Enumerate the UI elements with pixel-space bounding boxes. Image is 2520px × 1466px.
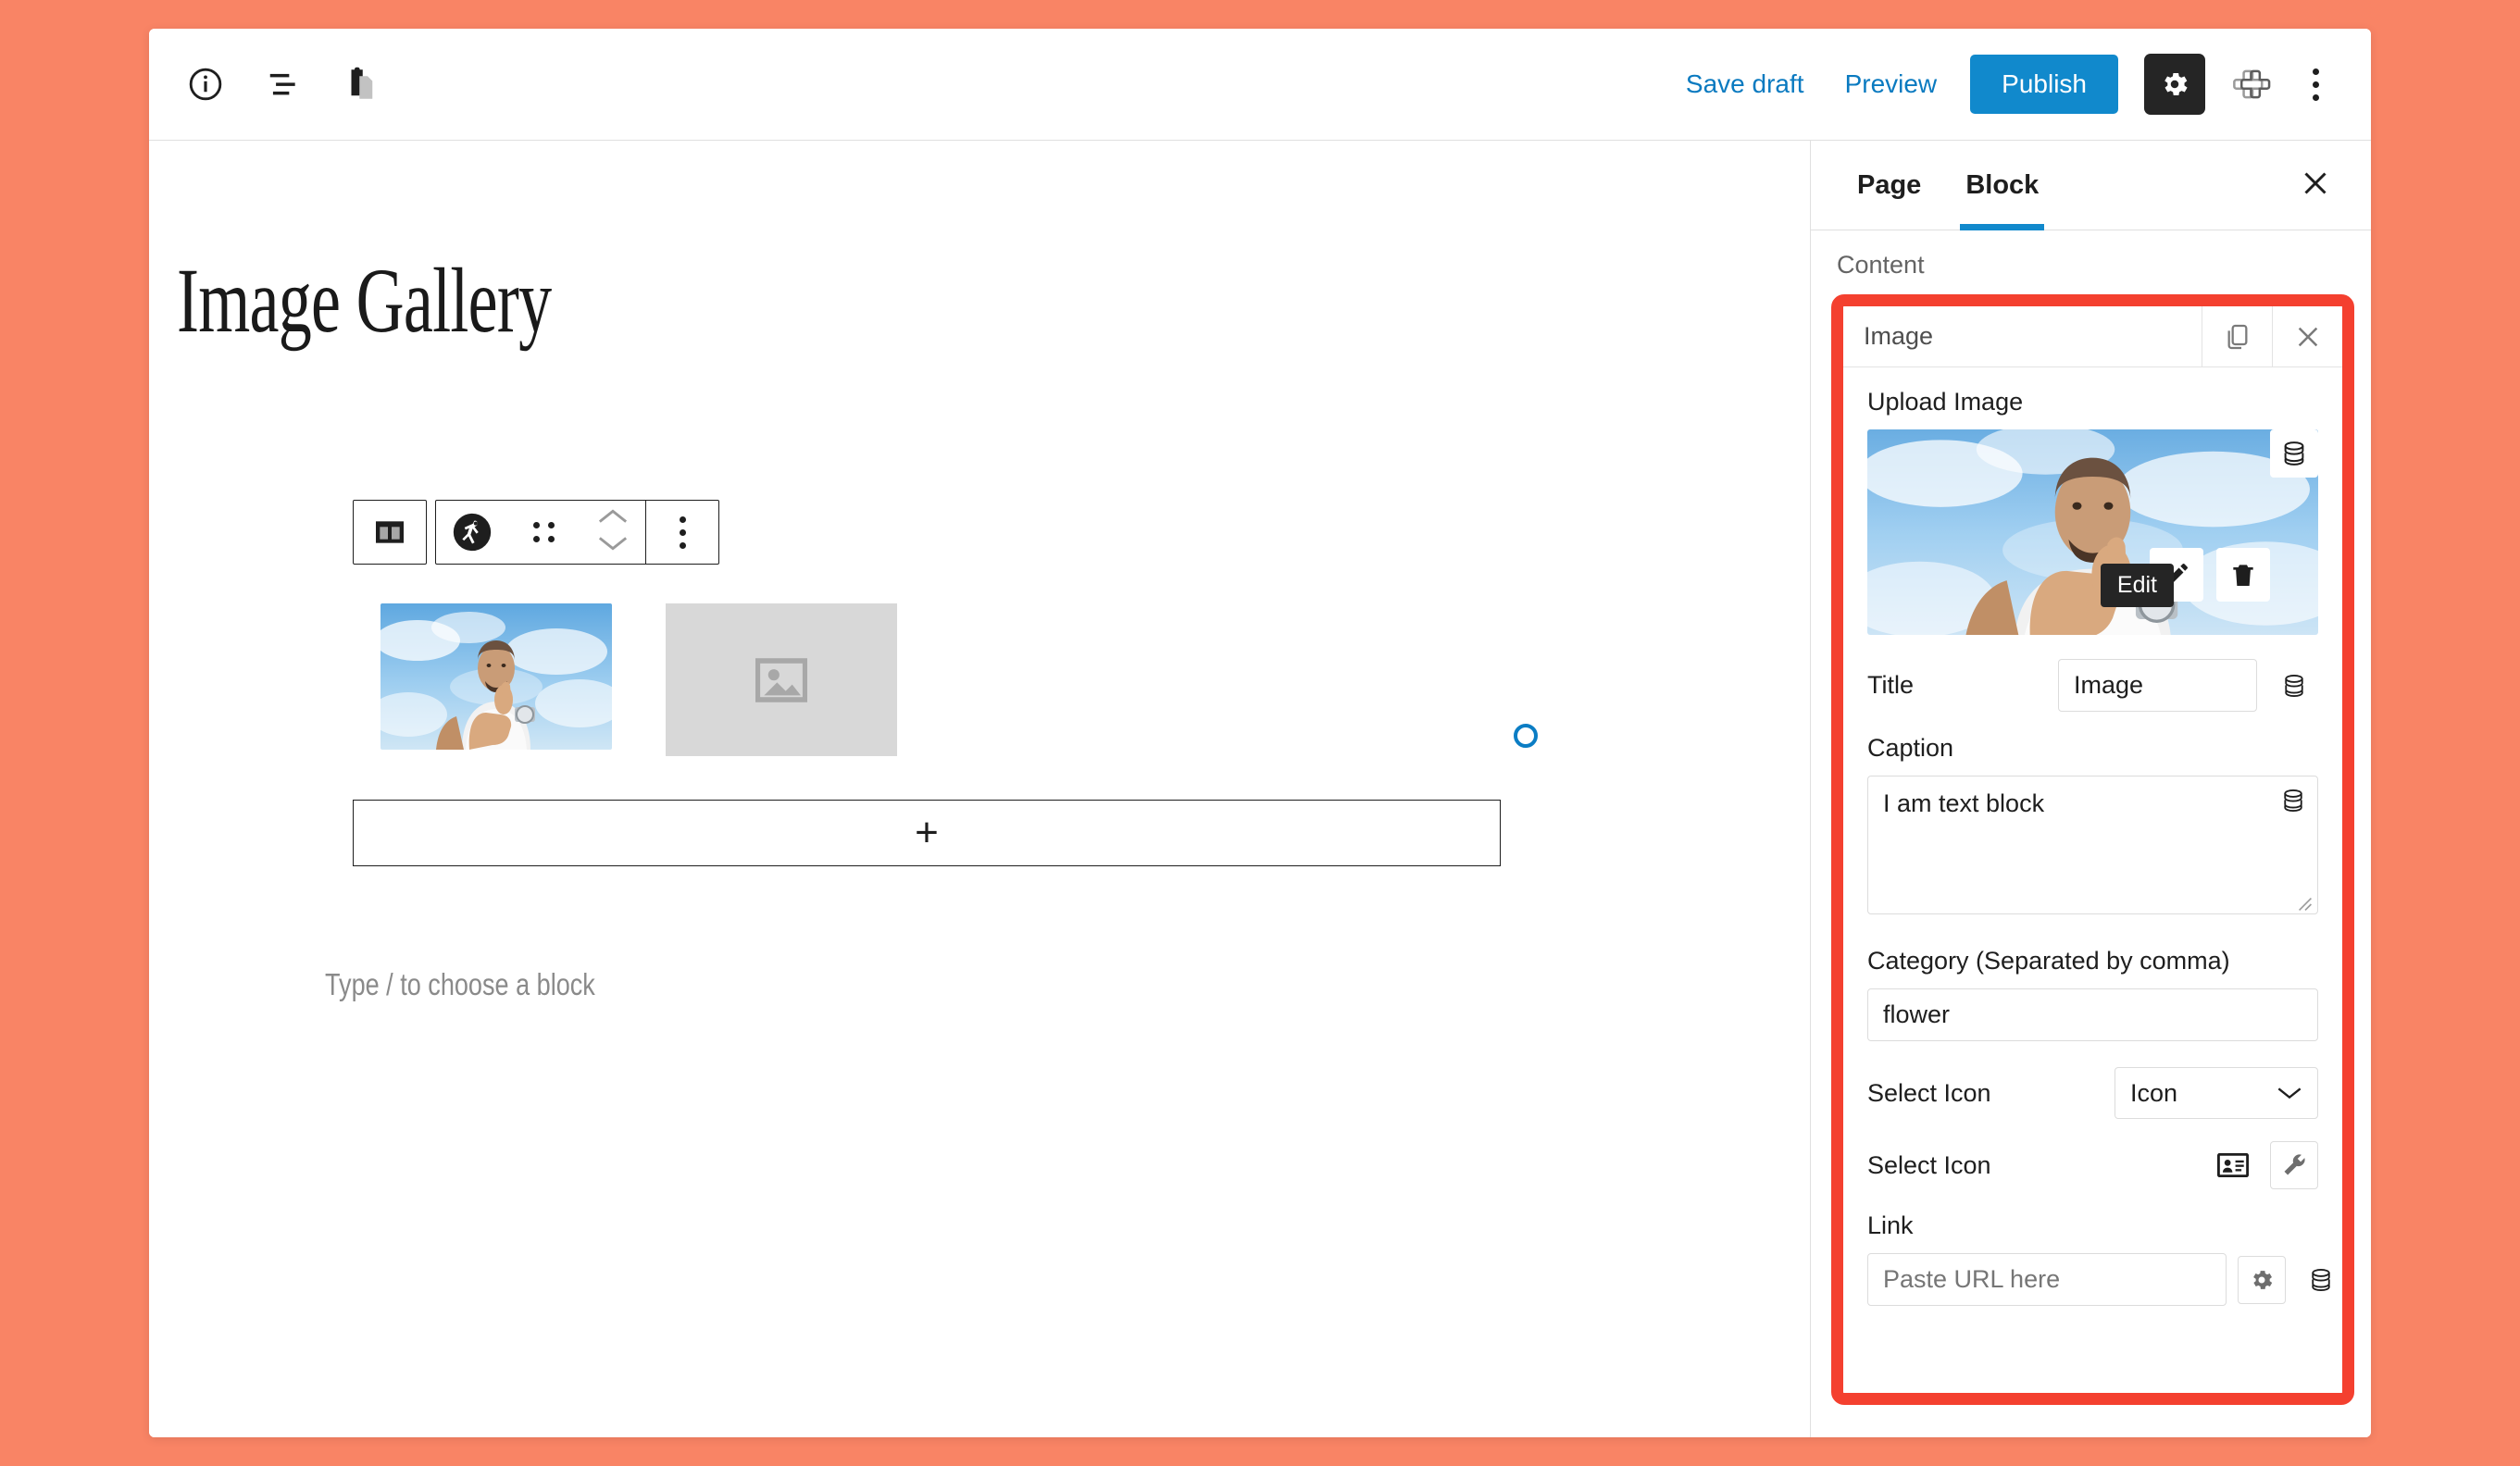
close-icon[interactable] <box>2272 306 2342 366</box>
page-title[interactable]: Image Gallery <box>177 247 552 354</box>
settings-sidebar: Page Block Content Image Upload Image Ed… <box>1811 141 2371 1437</box>
duplicate-icon[interactable] <box>2202 306 2272 366</box>
link-settings-gear-button[interactable] <box>2238 1255 2286 1304</box>
link-label: Link <box>1867 1211 1914 1239</box>
sidebar-tabs: Page Block <box>1811 141 2371 230</box>
select-icon-picker-row: Select Icon <box>1867 1141 2318 1189</box>
dot <box>2313 68 2319 75</box>
clipboard-icon[interactable] <box>340 63 382 106</box>
editor-canvas[interactable]: Image Gallery + Type / to choose a block <box>149 141 1811 1437</box>
category-label: Category (Separated by comma) <box>1867 947 2230 975</box>
select-icon-value: Icon <box>2130 1078 2178 1107</box>
dot <box>533 522 540 528</box>
dot <box>679 541 686 549</box>
id-card-icon[interactable] <box>2209 1141 2257 1189</box>
editor-window: Save draft Preview Publish Image Gallery <box>149 29 2371 1437</box>
dot <box>679 516 686 523</box>
tab-page[interactable]: Page <box>1835 141 1943 230</box>
publish-button[interactable]: Publish <box>1970 55 2118 114</box>
panel-title: Image <box>1864 322 1934 350</box>
top-toolbar: Save draft Preview Publish <box>149 29 2371 141</box>
block-placeholder-text[interactable]: Type / to choose a block <box>325 967 595 1002</box>
top-toolbar-right: Save draft Preview Publish <box>1678 54 2371 115</box>
uploaded-image-preview[interactable] <box>1867 429 2318 635</box>
list-view-icon[interactable] <box>262 63 305 106</box>
columns-block-icon[interactable] <box>354 501 426 564</box>
chevron-up-icon[interactable] <box>597 507 629 530</box>
delete-image-button[interactable] <box>2216 548 2270 602</box>
dot <box>548 522 555 528</box>
preview-button[interactable]: Preview <box>1838 64 1945 105</box>
block-actions-group <box>435 500 719 565</box>
caption-dynamic-data-icon[interactable] <box>2269 776 2317 825</box>
image-preview-wrapper: Edit <box>1867 429 2318 635</box>
dot <box>2313 93 2319 101</box>
tab-block[interactable]: Block <box>1943 141 2061 230</box>
cursor-indicator <box>1514 724 1538 748</box>
more-options-button[interactable] <box>2300 61 2332 108</box>
select-icon-dropdown[interactable]: Icon <box>2115 1067 2318 1119</box>
caption-field-wrapper <box>1867 776 2318 919</box>
plugin-cross-icon[interactable] <box>2231 63 2274 106</box>
drag-dots <box>533 522 555 542</box>
plus-icon: + <box>915 810 939 855</box>
content-section-label: Content <box>1837 251 1925 279</box>
astronaut-block-icon[interactable] <box>436 501 508 564</box>
upload-image-label: Upload Image <box>1867 388 2024 416</box>
edit-tooltip: Edit <box>2100 564 2174 607</box>
select-icon-dropdown-row: Select Icon Icon <box>1867 1067 2318 1119</box>
top-toolbar-left <box>149 63 382 106</box>
dot <box>533 536 540 542</box>
title-label: Title <box>1867 671 1915 699</box>
save-draft-button[interactable]: Save draft <box>1678 64 1812 105</box>
select-icon-dropdown-label: Select Icon <box>1867 1078 1991 1107</box>
block-toolbar <box>353 500 719 565</box>
title-input[interactable] <box>2058 659 2257 712</box>
title-dynamic-data-icon[interactable] <box>2270 661 2318 710</box>
dot <box>2313 81 2319 88</box>
gallery-block[interactable] <box>380 603 897 756</box>
link-field-row <box>1867 1253 2342 1306</box>
select-icon-picker-label: Select Icon <box>1867 1150 1991 1179</box>
panel-body: Upload Image Edit Title Image Caption I … <box>1843 367 2342 1306</box>
dynamic-data-icon[interactable] <box>2270 429 2318 478</box>
icon-settings-wrench-button[interactable] <box>2270 1141 2318 1189</box>
image-settings-panel: Image Upload Image Edit Title Image Capt… <box>1843 306 2342 1393</box>
caption-textarea[interactable] <box>1867 776 2318 914</box>
drag-handle-icon[interactable] <box>508 501 580 564</box>
category-input[interactable] <box>1867 988 2318 1041</box>
settings-gear-button[interactable] <box>2144 54 2205 115</box>
close-sidebar-button[interactable] <box>2284 157 2347 214</box>
block-type-group <box>353 500 427 565</box>
dot <box>679 528 686 536</box>
dot <box>548 536 555 542</box>
add-block-button[interactable]: + <box>353 800 1501 866</box>
link-input[interactable] <box>1867 1253 2227 1306</box>
move-block-controls <box>580 507 645 557</box>
chevron-down-icon <box>2277 1079 2302 1108</box>
image-action-buttons: Edit <box>2100 548 2270 607</box>
caption-label: Caption <box>1867 734 1954 762</box>
chevron-down-icon[interactable] <box>597 534 629 557</box>
image-settings-panel-highlight: Image Upload Image Edit Title Image Capt… <box>1831 294 2354 1405</box>
gallery-image-placeholder[interactable] <box>666 603 897 756</box>
title-field-row: Title <box>1867 659 2318 712</box>
gallery-image-1[interactable] <box>380 603 612 750</box>
info-icon[interactable] <box>184 63 227 106</box>
link-dynamic-data-icon[interactable] <box>2297 1255 2342 1304</box>
panel-header: Image <box>1843 306 2342 367</box>
vertical-dots-icon <box>667 509 699 556</box>
block-more-options-button[interactable] <box>646 501 718 564</box>
